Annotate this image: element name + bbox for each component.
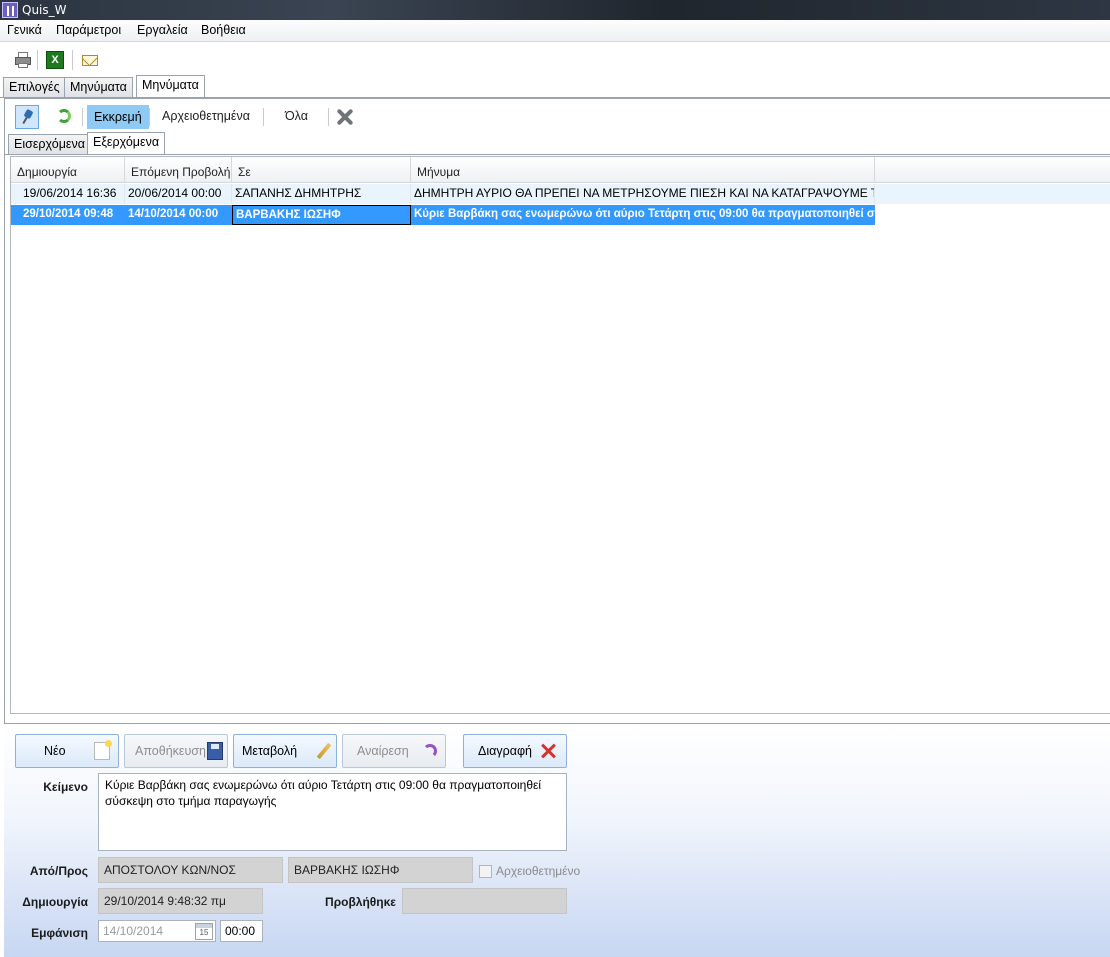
- menu-tools[interactable]: Εργαλεία: [137, 23, 188, 37]
- excel-icon[interactable]: X: [46, 51, 64, 69]
- column-header-next-view[interactable]: Επόμενη Προβολή: [125, 157, 232, 183]
- to-field: ΒΑΡΒΑΚΗΣ ΙΩΣΗΦ: [288, 857, 473, 883]
- cell-created: 29/10/2014 09:48: [11, 205, 125, 225]
- cell-next-view: 14/10/2014 00:00: [125, 205, 232, 225]
- display-date-value: 14/10/2014: [103, 924, 164, 938]
- pencil-icon: [316, 742, 332, 760]
- refresh-button[interactable]: [53, 105, 77, 129]
- cell-next-view: 20/06/2014 00:00: [125, 184, 232, 204]
- from-field: ΑΠΟΣΤΟΛΟΥ ΚΩΝ/ΝΟΣ: [98, 857, 283, 883]
- messages-panel: Εκκρεμή Αρχειοθετημένα Όλα Εισερχόμενα Ε…: [4, 98, 1110, 724]
- table-row-selected[interactable]: 29/10/2014 09:48 14/10/2014 00:00 ΒΑΡΒΑΚ…: [11, 205, 1110, 225]
- toolbar-separator: [72, 50, 73, 70]
- app-icon: [2, 2, 18, 18]
- undo-button-label: Αναίρεση: [357, 744, 409, 758]
- window-title: Quis_W: [22, 3, 67, 17]
- archived-checkbox[interactable]: [479, 865, 492, 878]
- message-form: Νέο Αποθήκευση Μεταβολή Αναίρεση Διαγραφ…: [4, 726, 1110, 957]
- display-time-field[interactable]: 00:00: [220, 920, 263, 942]
- tab-messages[interactable]: Μηνύματα: [64, 77, 133, 97]
- text-label: Κείμενο: [43, 780, 88, 794]
- save-button[interactable]: Αποθήκευση: [124, 734, 228, 768]
- refresh-icon: [57, 109, 71, 123]
- tab-messages-active[interactable]: Μηνύματα: [136, 75, 205, 97]
- pin-icon: [22, 110, 34, 124]
- cell-to: ΒΑΡΒΑΚΗΣ ΙΩΣΗΦ: [232, 205, 411, 225]
- save-icon: [207, 742, 223, 760]
- close-icon: [336, 108, 354, 126]
- menu-bar: Γενικά Παράμετροι Εργαλεία Βοήθεια: [0, 20, 1110, 42]
- undo-button[interactable]: Αναίρεση: [342, 734, 446, 768]
- toolbar: X: [0, 46, 1110, 74]
- menu-parameters[interactable]: Παράμετροι: [56, 23, 121, 37]
- column-header-created[interactable]: Δημιουργία: [11, 157, 125, 183]
- delete-button-label: Διαγραφή: [478, 744, 532, 758]
- mail-icon[interactable]: [82, 55, 98, 66]
- pin-button[interactable]: [15, 105, 39, 129]
- filter-all-button[interactable]: Όλα: [279, 105, 314, 129]
- new-button[interactable]: Νέο: [15, 734, 119, 768]
- viewed-label: Προβλήθηκε: [325, 895, 396, 909]
- column-header-to[interactable]: Σε: [232, 157, 411, 183]
- edit-button[interactable]: Μεταβολή: [233, 734, 337, 768]
- title-bar: Quis_W: [0, 0, 1110, 20]
- toolbar-separator: [37, 50, 38, 70]
- from-to-label: Από/Προς: [29, 864, 88, 878]
- new-document-icon: [94, 740, 112, 760]
- edit-button-label: Μεταβολή: [242, 744, 298, 758]
- viewed-field: [402, 888, 567, 914]
- clear-button[interactable]: [333, 105, 357, 129]
- display-date-field[interactable]: 14/10/2014 15: [98, 920, 216, 942]
- filter-separator: [82, 108, 83, 126]
- cell-created: 19/06/2014 16:36: [11, 184, 125, 204]
- tab-options[interactable]: Επιλογές: [3, 77, 66, 97]
- filter-archived-button[interactable]: Αρχειοθετημένα: [156, 105, 256, 129]
- created-field: 29/10/2014 9:48:32 πμ: [98, 888, 263, 914]
- menu-help[interactable]: Βοήθεια: [201, 23, 246, 37]
- delete-button[interactable]: Διαγραφή: [463, 734, 567, 768]
- save-button-label: Αποθήκευση: [135, 744, 206, 758]
- grid-header: Δημιουργία Επόμενη Προβολή Σε Μήνυμα: [11, 157, 1110, 183]
- filter-separator: [263, 108, 264, 126]
- filter-separator: [328, 108, 329, 126]
- cell-to: ΣΑΠΑΝΗΣ ΔΗΜΗΤΡΗΣ: [232, 184, 411, 204]
- undo-icon: [423, 744, 437, 758]
- filter-separator: [149, 108, 150, 126]
- column-header-message[interactable]: Μήνυμα: [411, 157, 875, 183]
- menu-general[interactable]: Γενικά: [7, 23, 42, 37]
- new-button-label: Νέο: [44, 744, 66, 758]
- message-text-field[interactable]: Κύριε Βαρβάκη σας ενωμερώνω ότι αύριο Τε…: [98, 773, 567, 851]
- cell-message: ΔΗΜΗΤΡΗ ΑΥΡΙΟ ΘΑ ΠΡΕΠΕΙ ΝΑ ΜΕΤΡΗΣΟΥΜΕ ΠΙ…: [411, 184, 875, 204]
- table-row[interactable]: 19/06/2014 16:36 20/06/2014 00:00 ΣΑΠΑΝΗ…: [11, 184, 1110, 204]
- filter-pending-button[interactable]: Εκκρεμή: [87, 105, 149, 129]
- cell-message: Κύριε Βαρβάκη σας ενωμερώνω ότι αύριο Τε…: [411, 205, 875, 225]
- display-label: Εμφάνιση: [31, 926, 88, 940]
- delete-icon: [540, 742, 556, 760]
- tab-outgoing[interactable]: Εξερχόμενα: [87, 132, 166, 154]
- sub-tabs: Εισερχόμενα Εξερχόμενα: [5, 132, 1110, 155]
- calendar-icon[interactable]: 15: [195, 923, 213, 940]
- archived-checkbox-label: Αρχειοθετημένο: [496, 864, 581, 878]
- main-tabs: Επιλογές Μηνύματα Μηνύματα: [0, 75, 1110, 98]
- print-icon[interactable]: [14, 51, 32, 69]
- created-label: Δημιουργία: [22, 895, 88, 909]
- filter-bar: Εκκρεμή Αρχειοθετημένα Όλα: [5, 99, 1110, 133]
- messages-grid: Δημιουργία Επόμενη Προβολή Σε Μήνυμα 19/…: [10, 156, 1110, 714]
- tab-incoming[interactable]: Εισερχόμενα: [8, 134, 91, 154]
